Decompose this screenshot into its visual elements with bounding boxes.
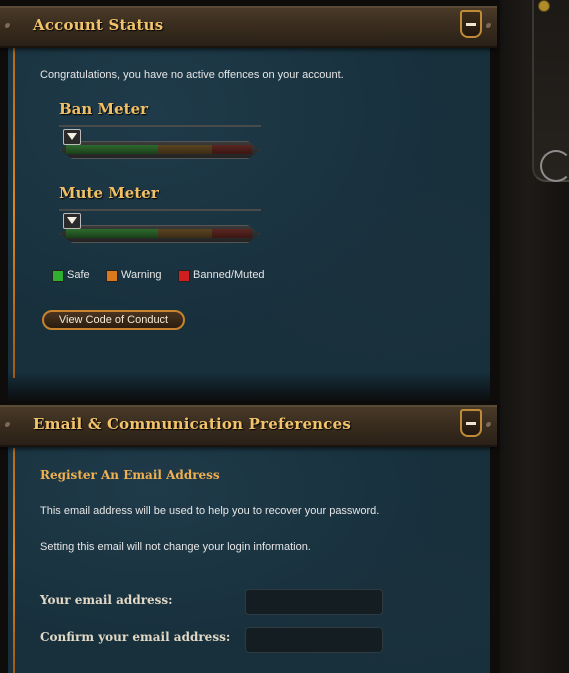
mute-meter-divider [59, 209, 261, 211]
register-email-title: Register An Email Address [40, 468, 220, 482]
mute-meter-title: Mute Meter [59, 184, 159, 202]
ban-meter-divider [59, 125, 261, 127]
panel-rail [13, 48, 15, 378]
mute-meter [52, 213, 266, 244]
ornament-gem-icon [538, 0, 550, 12]
email-info-login: Setting this email will not change your … [40, 541, 311, 553]
ban-meter-warning-zone [158, 145, 212, 154]
collapse-icon [466, 422, 476, 425]
mute-meter-warning-zone [158, 229, 212, 238]
section-title: Email & Communication Preferences [33, 415, 352, 433]
account-status-header[interactable]: Account Status [0, 6, 497, 48]
email-prefs-header[interactable]: Email & Communication Preferences [0, 405, 497, 447]
collapse-button[interactable] [460, 409, 482, 437]
ornament-swirl-icon [540, 150, 569, 182]
mute-meter-safe-zone [66, 229, 158, 238]
rivet-icon [5, 23, 11, 29]
legend-label: Banned/Muted [193, 269, 265, 281]
email-info-recovery: This email address will be used to help … [40, 505, 380, 517]
offence-message: Congratulations, you have no active offe… [40, 69, 344, 81]
collapse-icon [466, 23, 476, 26]
meter-pointer-icon [63, 213, 81, 229]
rivet-icon [5, 422, 11, 428]
email-field[interactable] [245, 589, 383, 615]
legend-label: Warning [121, 269, 162, 281]
meter-pointer-icon [63, 129, 81, 145]
ban-meter [52, 129, 266, 160]
email-label: Your email address: [40, 593, 173, 607]
ban-meter-safe-zone [66, 145, 158, 154]
panel-bottom-edge [8, 372, 490, 402]
ban-meter-title: Ban Meter [59, 100, 149, 118]
safe-swatch-icon [52, 270, 64, 282]
confirm-email-field[interactable] [245, 627, 383, 653]
warning-swatch-icon [106, 270, 118, 282]
legend-label: Safe [67, 269, 90, 281]
mute-meter-muted-zone [212, 229, 252, 238]
banned-swatch-icon [178, 270, 190, 282]
panel-rail [13, 448, 15, 673]
rivet-icon [486, 23, 492, 29]
view-code-of-conduct-button[interactable]: View Code of Conduct [42, 310, 185, 330]
section-title: Account Status [33, 16, 164, 34]
confirm-email-label: Confirm your email address: [40, 630, 231, 644]
rivet-icon [486, 422, 492, 428]
collapse-button[interactable] [460, 10, 482, 38]
ban-meter-banned-zone [212, 145, 252, 154]
